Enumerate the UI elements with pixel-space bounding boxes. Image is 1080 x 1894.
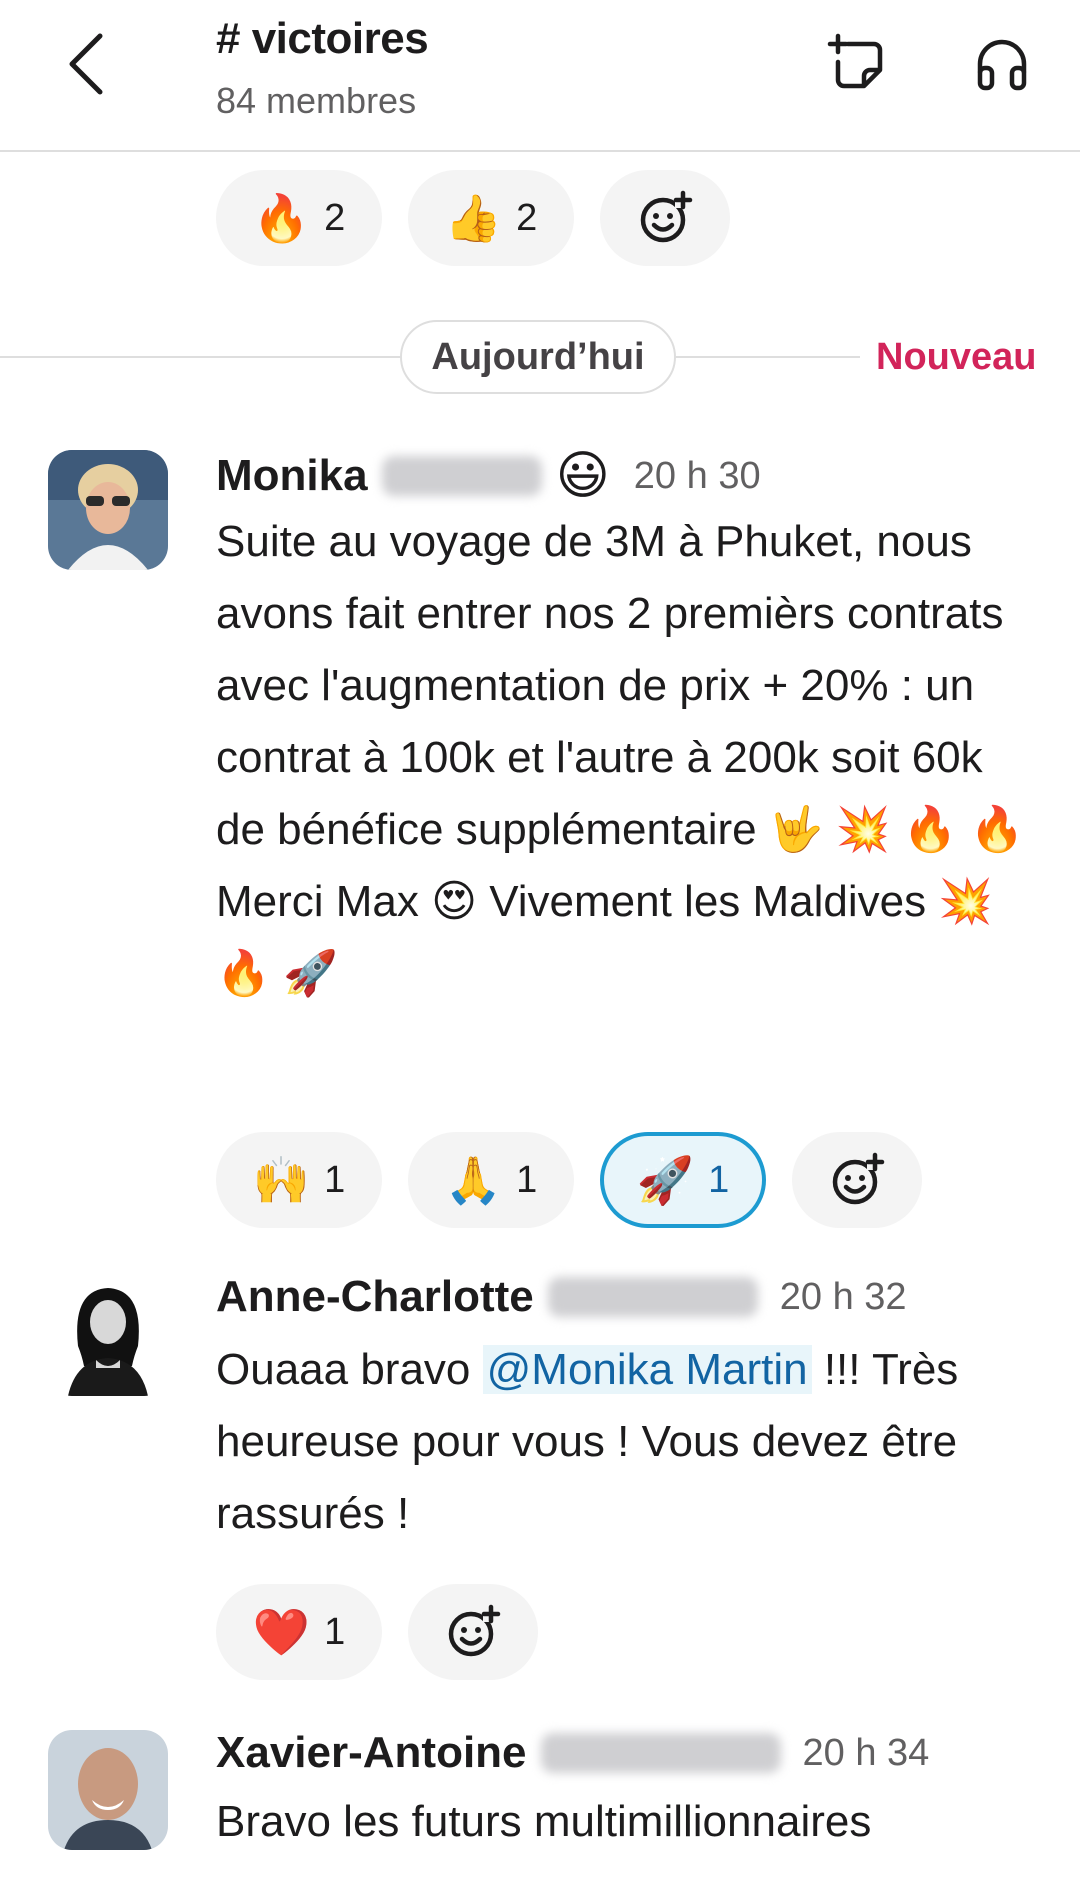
avatar[interactable] xyxy=(48,1276,168,1396)
status-emoji[interactable]: 😃 xyxy=(556,446,610,506)
heart-emoji: ❤️ xyxy=(252,1606,311,1658)
message-body: Suite au voyage de 3M à Phuket, nous avo… xyxy=(216,517,1025,998)
message-body: Bravo les futurs multimillionnaires xyxy=(216,1797,872,1846)
author-name[interactable]: Anne-Charlotte xyxy=(216,1272,534,1322)
message-header: Xavier-Antoine 20 h 34 xyxy=(216,1728,929,1778)
reaction-heart[interactable]: ❤️ 1 xyxy=(216,1584,382,1680)
reaction-count: 2 xyxy=(516,196,538,239)
add-reaction-button[interactable] xyxy=(408,1584,538,1680)
add-reaction-button[interactable] xyxy=(792,1132,922,1228)
reaction-count: 1 xyxy=(708,1158,730,1201)
channel-header xyxy=(0,0,1080,152)
fire-emoji: 🔥 xyxy=(252,192,311,244)
author-name[interactable]: Monika xyxy=(216,451,368,501)
member-count[interactable]: 84 membres xyxy=(216,80,416,122)
message-header: Anne-Charlotte 20 h 32 xyxy=(216,1272,907,1322)
reaction-count: 1 xyxy=(324,1610,346,1653)
message-text: Ouaaa bravo xyxy=(216,1345,483,1394)
avatar-photo xyxy=(48,450,168,570)
blurred-surname xyxy=(381,456,542,496)
avatar[interactable] xyxy=(48,1730,168,1850)
headphones-icon[interactable] xyxy=(970,32,1034,96)
blurred-surname xyxy=(547,1277,758,1317)
rocket-emoji: 🚀 xyxy=(636,1154,695,1206)
reaction-count: 1 xyxy=(324,1158,346,1201)
channel-title[interactable]: # victoires xyxy=(216,14,429,64)
author-name[interactable]: Xavier-Antoine xyxy=(216,1728,527,1778)
message-time[interactable]: 20 h 34 xyxy=(803,1732,930,1775)
reaction-count: 1 xyxy=(516,1158,538,1201)
avatar-photo xyxy=(48,1730,168,1850)
add-reaction-button[interactable] xyxy=(600,170,730,266)
message-time[interactable]: 20 h 30 xyxy=(634,455,761,498)
add-reaction-icon xyxy=(640,190,693,243)
reaction-thumbs-up[interactable]: 👍 2 xyxy=(408,170,574,266)
message-time[interactable]: 20 h 32 xyxy=(780,1276,907,1319)
message-header: Monika 😃 20 h 30 xyxy=(216,446,761,506)
blurred-surname xyxy=(540,1733,781,1773)
reaction-count: 2 xyxy=(324,196,346,239)
avatar[interactable] xyxy=(48,450,168,570)
back-chevron-icon[interactable] xyxy=(60,28,116,100)
add-reaction-icon xyxy=(832,1152,885,1205)
thumbs-up-emoji: 👍 xyxy=(444,192,503,244)
raised-hands-emoji: 🙌 xyxy=(252,1154,311,1206)
date-divider-label[interactable]: Aujourd’hui xyxy=(400,320,676,394)
reaction-fire[interactable]: 🔥 2 xyxy=(216,170,382,266)
reaction-rocket-selected[interactable]: 🚀 1 xyxy=(600,1132,766,1228)
message-body: Ouaaa bravo @Monika Martin !!! Très heur… xyxy=(216,1334,1036,1550)
avatar-photo xyxy=(48,1276,168,1396)
new-messages-label: Nouveau xyxy=(876,336,1037,378)
reaction-raised-hands[interactable]: 🙌 1 xyxy=(216,1132,382,1228)
folded-hands-emoji: 🙏 xyxy=(444,1154,503,1206)
reaction-folded-hands[interactable]: 🙏 1 xyxy=(408,1132,574,1228)
add-reaction-icon xyxy=(448,1604,501,1657)
user-mention[interactable]: @Monika Martin xyxy=(482,1345,812,1394)
add-note-icon[interactable] xyxy=(826,32,890,96)
